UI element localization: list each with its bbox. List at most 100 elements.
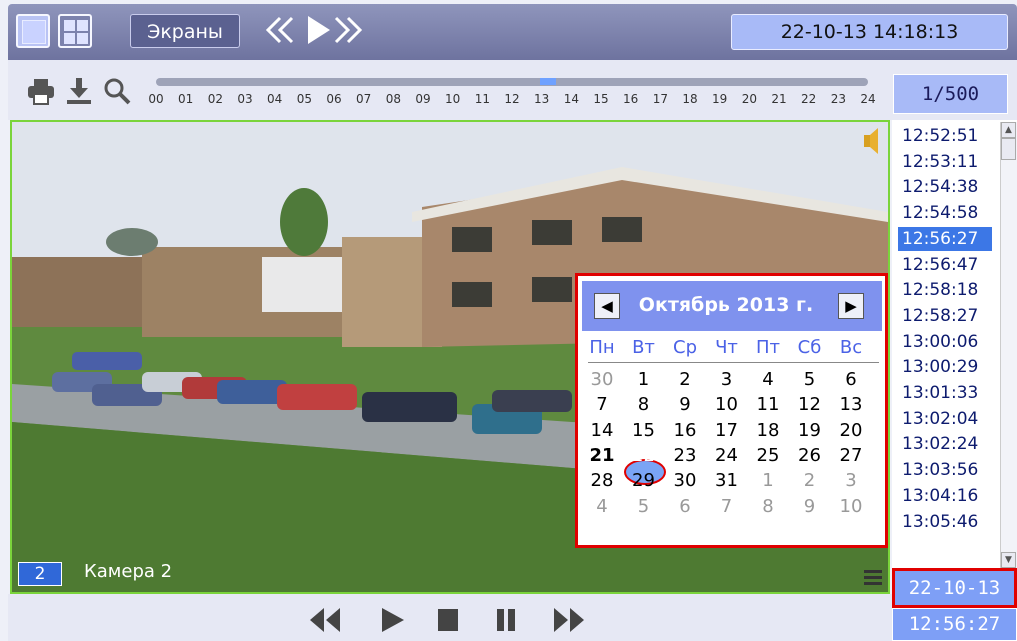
calendar-day[interactable]: 2 — [668, 368, 702, 392]
time-list-item[interactable]: 12:53:11 — [902, 150, 992, 174]
time-list-item[interactable]: 13:03:56 — [902, 458, 992, 482]
calendar-day[interactable]: 19 — [793, 419, 827, 443]
pause-button[interactable] — [494, 606, 518, 638]
calendar-day[interactable]: 7 — [585, 393, 619, 417]
timeline-hour-label: 15 — [593, 92, 609, 106]
previous-month-button[interactable]: ◀ — [594, 293, 620, 319]
calendar-day[interactable]: 2 — [793, 469, 827, 493]
previous-screen-button[interactable] — [262, 12, 298, 58]
calendar-day[interactable]: 6 — [834, 368, 868, 392]
calendar-day[interactable]: 3 — [710, 368, 744, 392]
calendar-day[interactable]: 13 — [834, 393, 868, 417]
calendar-day[interactable]: 8 — [751, 495, 785, 519]
time-list-item[interactable]: 13:00:29 — [902, 355, 992, 379]
calendar-day[interactable]: 12 — [793, 393, 827, 417]
weekday-divider — [588, 362, 879, 363]
time-list-item[interactable]: 13:02:04 — [902, 407, 992, 431]
single-layout-button[interactable] — [16, 14, 50, 48]
time-list-item[interactable]: 12:54:58 — [902, 201, 992, 225]
next-screen-button[interactable] — [330, 12, 366, 58]
calendar-day[interactable]: 6 — [668, 495, 702, 519]
current-time[interactable]: 12:56:27 — [892, 608, 1017, 641]
time-list-scrollbar[interactable]: ▲ ▼ — [1000, 122, 1017, 568]
weekday-label: Чт — [715, 337, 738, 358]
calendar-day[interactable]: 10 — [834, 495, 868, 519]
camera-name: Камера 2 — [84, 561, 173, 582]
calendar-day[interactable]: 20 — [834, 419, 868, 443]
stop-icon — [438, 609, 458, 631]
double-chevron-left-icon — [265, 16, 294, 44]
time-list-item[interactable]: 13:04:16 — [902, 484, 992, 508]
play-button[interactable] — [380, 606, 406, 638]
calendar-day[interactable]: 24 — [710, 444, 744, 468]
calendar-day[interactable]: 4 — [751, 368, 785, 392]
rewind-button[interactable] — [306, 606, 342, 638]
calendar-day[interactable]: 25 — [751, 444, 785, 468]
calendar-day[interactable]: 16 — [668, 419, 702, 443]
calendar-day[interactable]: 9 — [793, 495, 827, 519]
time-list-item[interactable]: 12:54:38 — [902, 175, 992, 199]
export-button[interactable] — [64, 76, 94, 110]
speaker-icon — [864, 128, 878, 154]
audio-button[interactable] — [862, 126, 880, 160]
stop-button[interactable] — [436, 606, 460, 638]
scroll-down-button[interactable]: ▼ — [1001, 552, 1016, 568]
next-month-button[interactable]: ▶ — [838, 293, 864, 319]
camera-menu-button[interactable] — [862, 566, 884, 592]
time-list-item[interactable]: 13:05:46 — [902, 510, 992, 534]
calendar-day[interactable]: 11 — [751, 393, 785, 417]
quad-layout-button[interactable] — [58, 14, 92, 48]
calendar-day[interactable]: 15 — [627, 419, 661, 443]
double-chevron-right-icon — [554, 608, 584, 632]
record-time-list[interactable]: 12:52:51 12:53:11 12:54:38 12:54:58 12:56:27… — [892, 120, 1017, 570]
time-list-item-selected[interactable]: 12:56:27 — [898, 226, 992, 251]
scroll-up-button[interactable]: ▲ — [1001, 122, 1016, 138]
calendar-day[interactable]: 14 — [585, 419, 619, 443]
calendar-day[interactable]: 30 — [585, 368, 619, 392]
calendar-day[interactable]: 9 — [668, 393, 702, 417]
calendar-day[interactable]: 29 — [627, 469, 661, 493]
play-screens-button[interactable] — [304, 12, 332, 58]
weekday-label: Вт — [632, 337, 655, 358]
timeline-hour-label: 12 — [504, 92, 520, 106]
screens-button[interactable]: Экраны — [130, 14, 240, 48]
double-chevron-right-icon — [334, 16, 363, 44]
calendar-day[interactable]: 30 — [668, 469, 702, 493]
calendar-day[interactable]: 4 — [585, 495, 619, 519]
timeline-hour-label: 05 — [296, 92, 312, 106]
calendar-day-selected[interactable]: 22 — [627, 444, 661, 468]
calendar-day[interactable]: 1 — [627, 368, 661, 392]
search-button[interactable] — [102, 76, 132, 110]
time-list-item[interactable]: 12:52:51 — [902, 124, 992, 148]
time-list-item[interactable]: 13:00:06 — [902, 330, 992, 354]
timeline-hour-label: 00 — [148, 92, 164, 106]
fast-forward-button[interactable] — [552, 606, 588, 638]
calendar-day[interactable]: 21 — [585, 444, 619, 468]
scroll-thumb[interactable] — [1001, 138, 1016, 160]
calendar-day[interactable]: 7 — [710, 495, 744, 519]
time-list-item[interactable]: 12:56:47 — [902, 253, 992, 277]
calendar-day[interactable]: 23 — [668, 444, 702, 468]
calendar-day[interactable]: 1 — [751, 469, 785, 493]
calendar-day[interactable]: 10 — [710, 393, 744, 417]
timeline-hour-label: 13 — [534, 92, 550, 106]
timeline-hour-label: 14 — [563, 92, 579, 106]
current-date[interactable]: 22-10-13 — [892, 568, 1017, 608]
calendar-day[interactable]: 27 — [834, 444, 868, 468]
time-list-item[interactable]: 13:01:33 — [902, 381, 992, 405]
calendar-day[interactable]: 18 — [751, 419, 785, 443]
calendar-day[interactable]: 8 — [627, 393, 661, 417]
calendar-day[interactable]: 3 — [834, 469, 868, 493]
time-list-item[interactable]: 12:58:18 — [902, 278, 992, 302]
calendar-day[interactable]: 26 — [793, 444, 827, 468]
calendar-day[interactable]: 5 — [627, 495, 661, 519]
time-list-item[interactable]: 12:58:27 — [902, 304, 992, 328]
calendar-day[interactable]: 17 — [710, 419, 744, 443]
time-list-item[interactable]: 13:02:24 — [902, 432, 992, 456]
calendar-day[interactable]: 31 — [710, 469, 744, 493]
calendar-day[interactable]: 5 — [793, 368, 827, 392]
calendar-day[interactable]: 28 — [585, 469, 619, 493]
timeline-slider[interactable] — [156, 78, 868, 86]
timeline-position-marker[interactable] — [539, 78, 556, 85]
print-button[interactable] — [26, 76, 56, 110]
